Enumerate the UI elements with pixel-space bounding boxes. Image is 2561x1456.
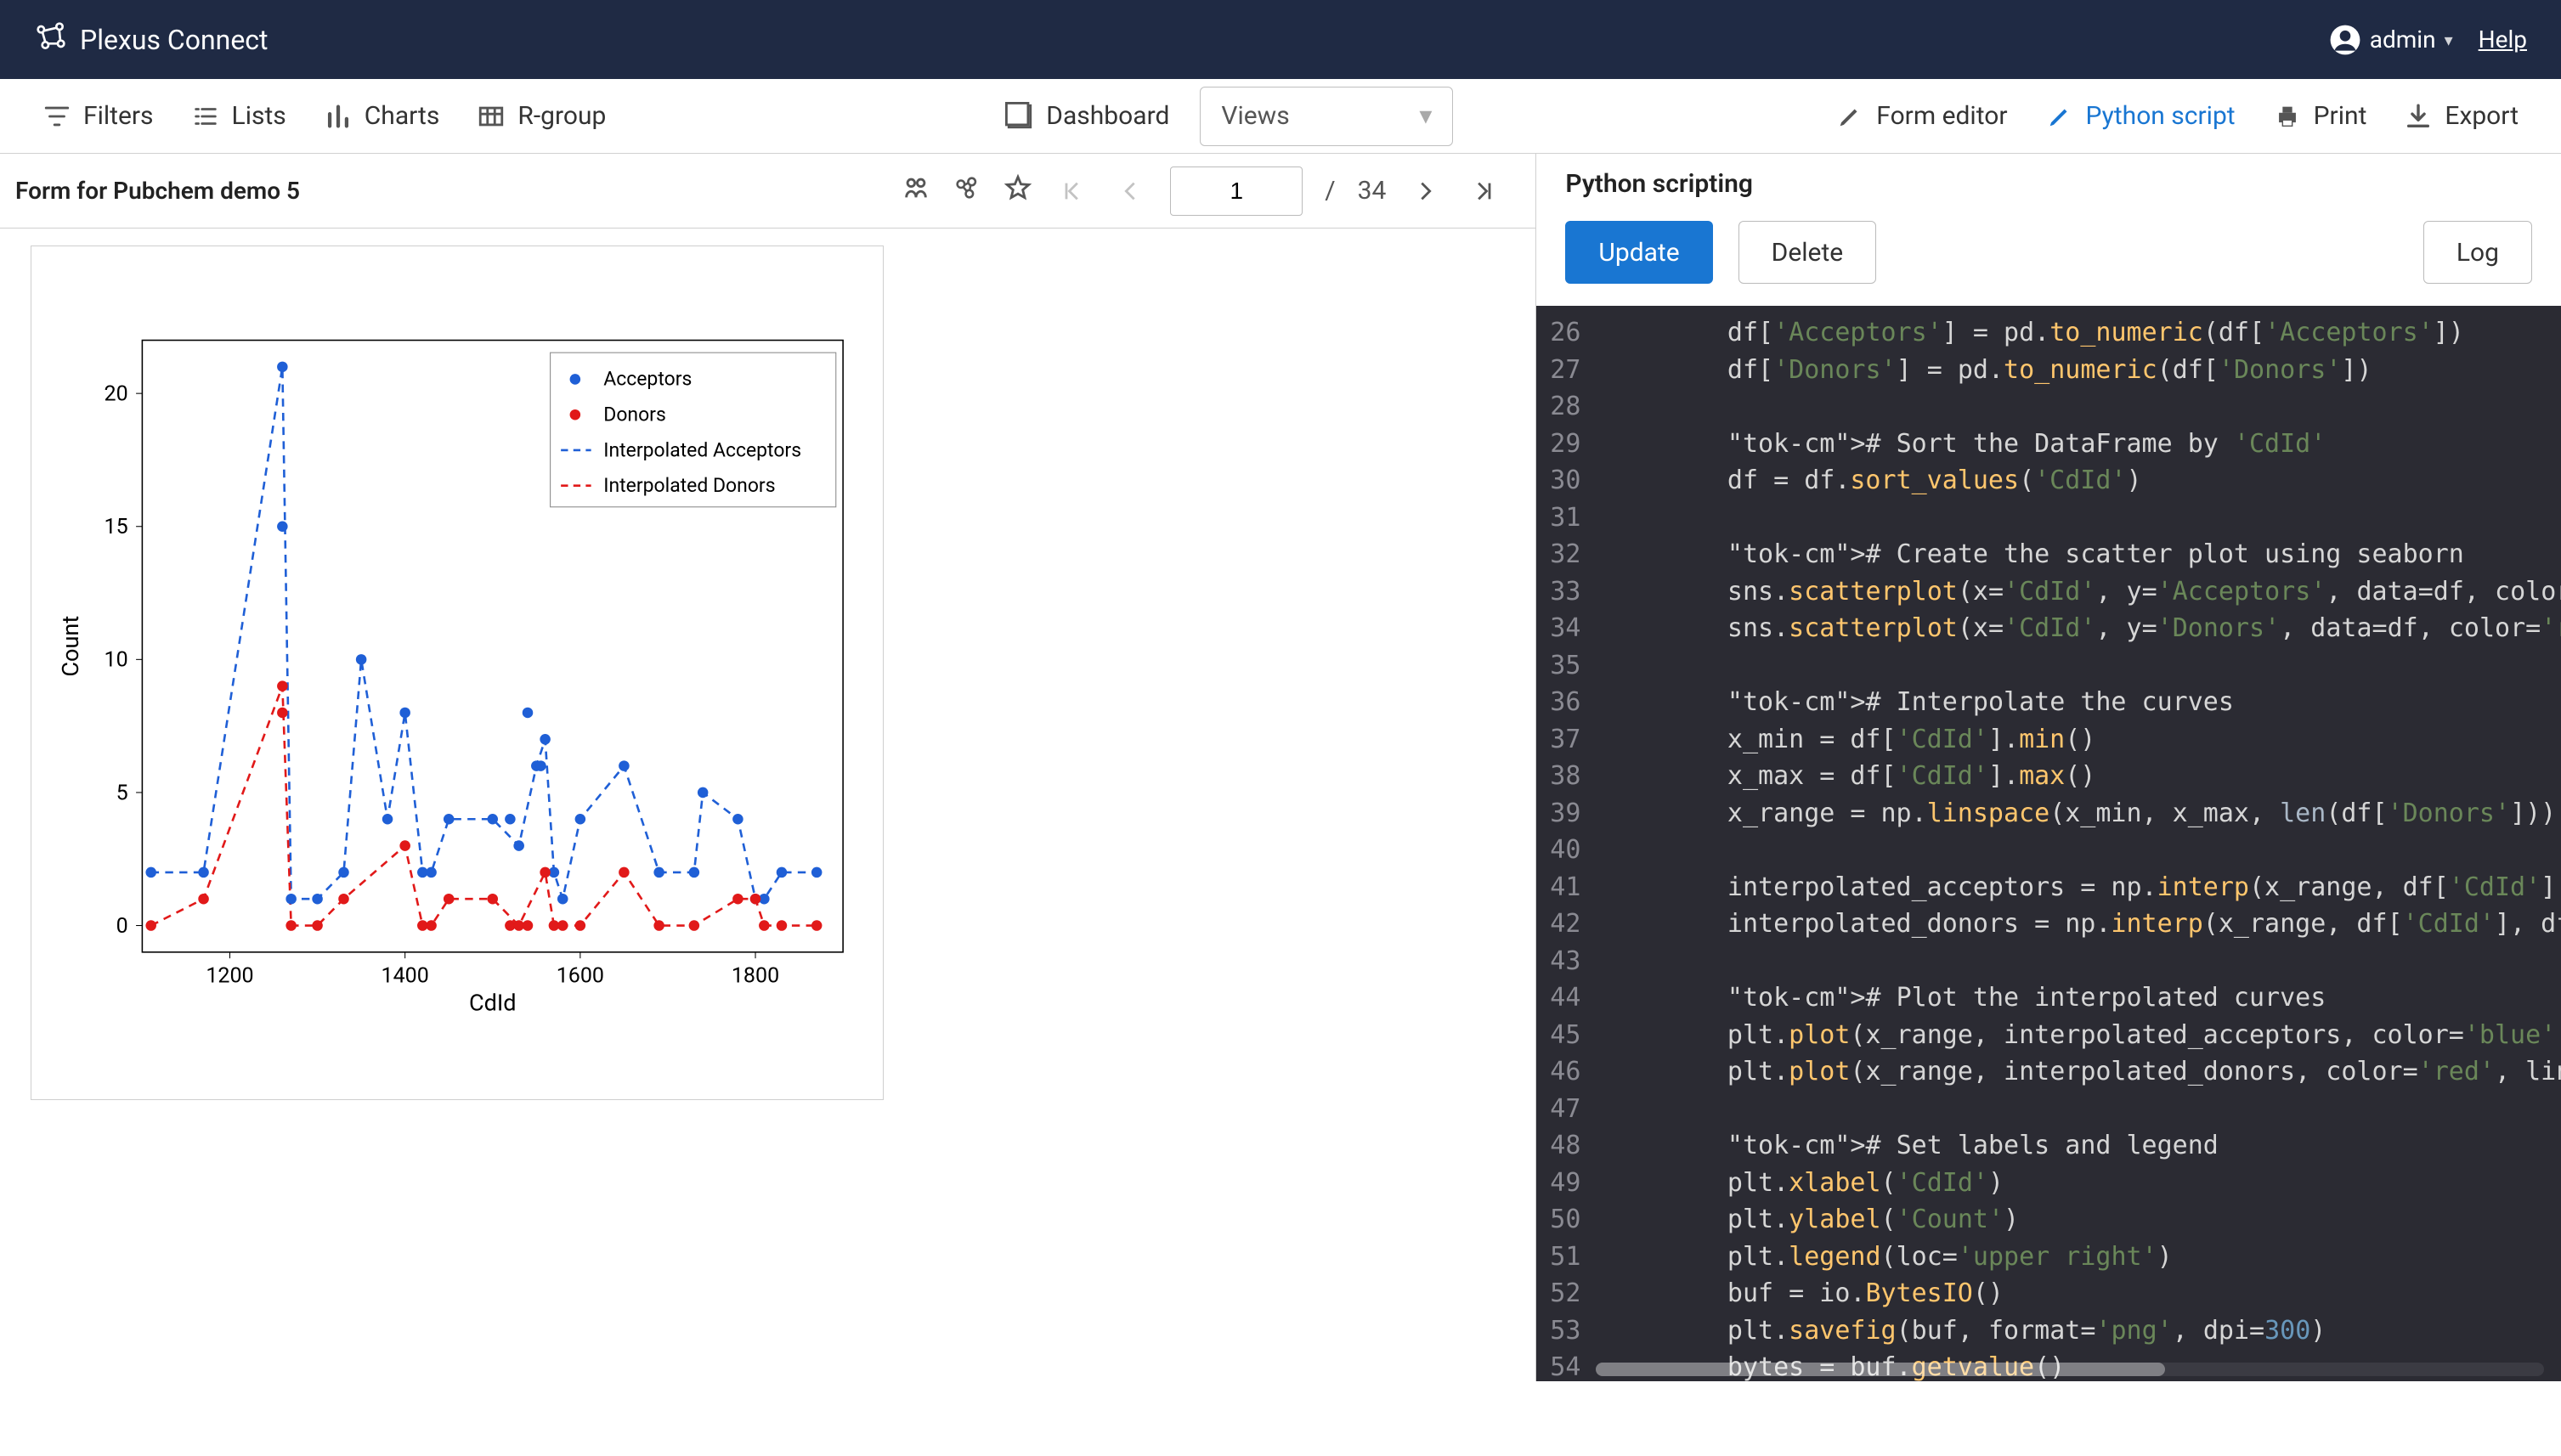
chart-plot: 1200 1400 1600 1800 0 5 10 15 20 CdId Count Accepto…: [54, 268, 861, 1077]
form-subbar: Form for Pubchem demo 5 / 34: [0, 154, 1535, 229]
delete-button[interactable]: Delete: [1738, 221, 1877, 284]
printer-icon: [2273, 102, 2302, 131]
chart-card: 1200 1400 1600 1800 0 5 10 15 20 CdId Count Accepto…: [31, 245, 884, 1100]
pencil-icon: [1835, 102, 1864, 131]
caret-down-icon: ▾: [2445, 30, 2453, 50]
download-icon: [2404, 102, 2433, 131]
share-icon[interactable]: [902, 173, 930, 209]
svg-text:0: 0: [116, 914, 128, 939]
form-title: Form for Pubchem demo 5: [15, 177, 300, 205]
right-pane: Python scripting Update Delete Log 26272…: [1536, 154, 2561, 1381]
svg-text:15: 15: [105, 515, 128, 539]
charts-button[interactable]: Charts: [307, 93, 457, 139]
code-editor[interactable]: 2627282930313233343536373839404142434445…: [1536, 306, 2561, 1381]
user-avatar-icon: [2329, 24, 2361, 56]
rgroup-button[interactable]: R-group: [460, 93, 623, 139]
svg-text:Interpolated Acceptors: Interpolated Acceptors: [603, 438, 801, 461]
page-separator: /: [1325, 176, 1335, 206]
main-toolbar: Filters Lists Charts R-group Dashboard V…: [0, 79, 2561, 154]
brand-title: Plexus Connect: [80, 24, 269, 56]
update-button[interactable]: Update: [1565, 221, 1712, 284]
chevron-down-icon: ▾: [1419, 101, 1432, 131]
lists-button[interactable]: Lists: [174, 93, 303, 139]
python-script-button[interactable]: Python script: [2028, 93, 2253, 139]
dashboard-icon: [1005, 102, 1034, 131]
svg-text:1600: 1600: [557, 963, 604, 988]
svg-text:5: 5: [116, 781, 128, 805]
svg-text:Donors: Donors: [603, 404, 666, 426]
views-select-placeholder: Views: [1221, 101, 1289, 131]
list-icon: [191, 102, 220, 131]
molecule-icon[interactable]: [953, 173, 981, 209]
log-button[interactable]: Log: [2423, 221, 2532, 284]
scroll-thumb[interactable]: [1596, 1363, 2164, 1376]
svg-text:1200: 1200: [206, 963, 253, 988]
svg-text:20: 20: [105, 382, 128, 407]
bar-chart-icon: [324, 102, 353, 131]
page-total: 34: [1358, 176, 1387, 206]
scripting-title: Python scripting: [1565, 169, 1753, 199]
dashboard-button[interactable]: Dashboard: [988, 93, 1186, 139]
svg-text:1400: 1400: [382, 963, 429, 988]
help-link[interactable]: Help: [2479, 25, 2527, 54]
main-area: Form for Pubchem demo 5 / 34 1200 1400 160…: [0, 154, 2561, 1381]
next-page-button[interactable]: [1408, 173, 1444, 209]
svg-text:10: 10: [105, 648, 128, 673]
export-button[interactable]: Export: [2387, 93, 2536, 139]
filters-button[interactable]: Filters: [25, 93, 171, 139]
left-pane: Form for Pubchem demo 5 / 34 1200 1400 160…: [0, 154, 1536, 1381]
first-page-button: [1054, 173, 1090, 209]
horizontal-scrollbar[interactable]: [1596, 1363, 2544, 1376]
star-icon[interactable]: [1003, 173, 1032, 209]
svg-text:CdId: CdId: [469, 990, 517, 1017]
last-page-button[interactable]: [1466, 173, 1501, 209]
print-button[interactable]: Print: [2256, 93, 2384, 139]
filter-icon: [42, 102, 71, 131]
prev-page-button: [1112, 173, 1148, 209]
user-menu[interactable]: admin ▾: [2329, 24, 2453, 56]
plexus-logo-icon: [34, 20, 68, 60]
views-select[interactable]: Views ▾: [1200, 87, 1453, 146]
svg-text:Interpolated Donors: Interpolated Donors: [603, 474, 775, 497]
page-input[interactable]: [1170, 166, 1303, 216]
svg-text:Acceptors: Acceptors: [603, 368, 692, 391]
table-icon: [477, 102, 506, 131]
topbar: Plexus Connect admin ▾ Help: [0, 0, 2561, 79]
code-gutter: 2627282930313233343536373839404142434445…: [1536, 306, 1596, 1381]
pencil-icon: [2045, 102, 2074, 131]
user-name: admin: [2370, 25, 2436, 54]
brand: Plexus Connect: [34, 20, 269, 60]
code-content[interactable]: df['Acceptors'] = pd.to_numeric(df['Acce…: [1596, 306, 2561, 1381]
svg-text:1800: 1800: [732, 963, 779, 988]
form-editor-button[interactable]: Form editor: [1818, 93, 2024, 139]
svg-text:Count: Count: [57, 616, 84, 677]
